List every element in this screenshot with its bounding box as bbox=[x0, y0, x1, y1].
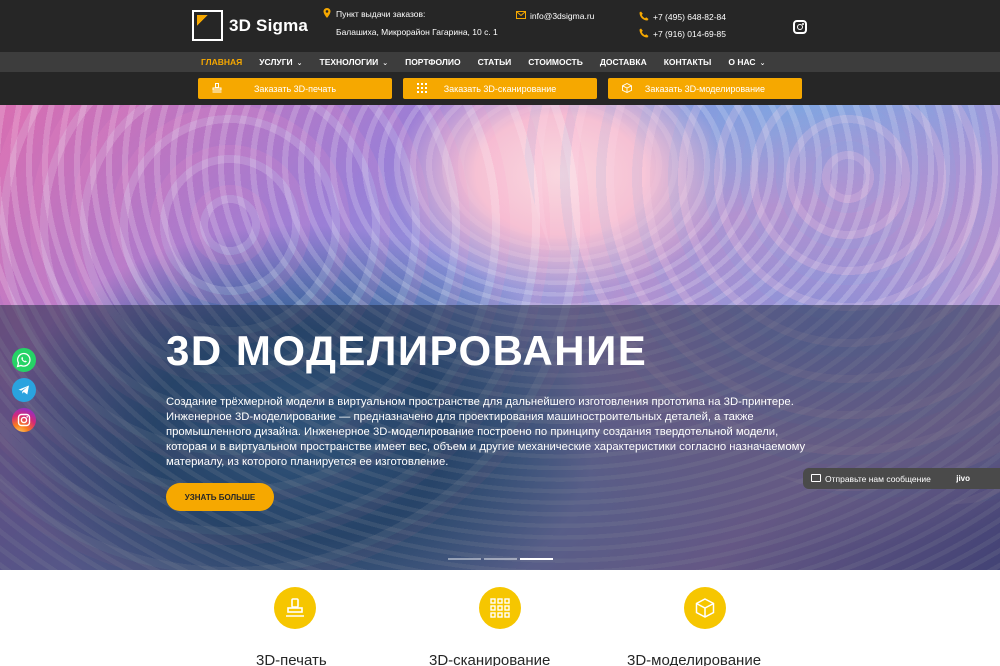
instagram-icon[interactable] bbox=[793, 20, 807, 34]
email-info: info@3dsigma.ru bbox=[516, 8, 594, 24]
chat-widget-button[interactable]: Отправьте нам сообщение jivo bbox=[803, 468, 1000, 489]
logo-text: 3D Sigma bbox=[229, 15, 309, 35]
logo[interactable]: 3D Sigma bbox=[192, 10, 308, 41]
nav-item-label: О нас bbox=[728, 57, 756, 67]
chevron-down-icon: ⌄ bbox=[296, 60, 303, 67]
hero-slider: 3D МОДЕЛИРОВАНИЕ Создание трёхмерной мод… bbox=[0, 105, 1000, 570]
email-link[interactable]: info@3dsigma.ru bbox=[530, 11, 594, 21]
grid-scan-icon bbox=[417, 83, 427, 93]
nav-item-contacts[interactable]: Контакты bbox=[664, 57, 712, 67]
instagram-icon[interactable] bbox=[12, 408, 36, 432]
grid-scan-icon bbox=[490, 598, 510, 618]
top-header: 3D Sigma Пункт выдачи заказов: Балашиха,… bbox=[0, 0, 1000, 52]
main-nav: Главная Услуги ⌄ Технологии ⌄ Портфолио Ст… bbox=[0, 52, 1000, 72]
mail-icon bbox=[516, 11, 526, 19]
slider-pagination bbox=[448, 558, 556, 560]
pickup-title: Пункт выдачи заказов: bbox=[336, 9, 426, 19]
nav-item-portfolio[interactable]: Портфолио bbox=[405, 57, 461, 67]
pickup-info: Пункт выдачи заказов: Балашиха, Микрорай… bbox=[323, 6, 498, 40]
stamp-icon bbox=[212, 83, 222, 93]
cube-icon bbox=[695, 598, 715, 618]
nav-item-label: Главная bbox=[201, 57, 243, 67]
nav-item-pricing[interactable]: Стоимость bbox=[528, 57, 583, 67]
learn-more-button[interactable]: Узнать больше bbox=[166, 483, 274, 511]
nav-item-label: Контакты bbox=[663, 57, 712, 67]
nav-item-label: Доставка bbox=[599, 57, 647, 67]
chat-label: Отправьте нам сообщение bbox=[825, 473, 931, 484]
feature-modeling-icon-circle[interactable] bbox=[684, 587, 726, 629]
chevron-down-icon: ⌄ bbox=[382, 60, 389, 67]
nav-item-technologies[interactable]: Технологии ⌄ bbox=[320, 57, 389, 67]
nav-item-services[interactable]: Услуги ⌄ bbox=[259, 57, 302, 67]
nav-item-about[interactable]: О нас ⌄ bbox=[728, 57, 765, 67]
page: 3D Sigma Пункт выдачи заказов: Балашиха,… bbox=[0, 0, 1000, 666]
order-3d-modeling-button[interactable]: Заказать 3D-моделирование bbox=[608, 78, 802, 99]
chat-icon bbox=[811, 474, 821, 482]
phone-1-link[interactable]: +7 (495) 648-82-84 bbox=[653, 12, 726, 22]
nav-item-home[interactable]: Главная bbox=[201, 57, 242, 67]
chat-brand: jivo bbox=[956, 474, 970, 483]
order-bar: Заказать 3D-печать Заказать 3D-сканирова… bbox=[0, 72, 1000, 105]
nav-item-label: Услуги bbox=[259, 57, 293, 67]
pickup-address: Балашиха, Микрорайон Гагарина, 10 с. 1 bbox=[336, 27, 498, 37]
map-pin-icon bbox=[323, 8, 331, 18]
chevron-down-icon: ⌄ bbox=[759, 60, 766, 67]
phone-2-link[interactable]: +7 (916) 014-69-85 bbox=[653, 29, 726, 39]
cube-icon bbox=[622, 83, 632, 93]
order-3d-print-label: Заказать 3D-печать bbox=[253, 83, 337, 94]
telegram-icon[interactable] bbox=[12, 378, 36, 402]
feature-scan-label[interactable]: 3D-сканирование bbox=[429, 652, 550, 666]
nav-item-articles[interactable]: Статьи bbox=[478, 57, 512, 67]
slider-dot-active[interactable] bbox=[520, 558, 553, 560]
order-3d-scan-label: Заказать 3D-сканирование bbox=[443, 83, 557, 94]
nav-item-label: Статьи bbox=[477, 57, 512, 67]
nav-item-label: Портфолио bbox=[405, 57, 461, 67]
phone-icon bbox=[639, 28, 649, 38]
order-3d-scan-button[interactable]: Заказать 3D-сканирование bbox=[403, 78, 597, 99]
nav-item-delivery[interactable]: Доставка bbox=[600, 57, 647, 67]
logo-mark-icon bbox=[192, 10, 223, 41]
feature-modeling-label[interactable]: 3D-моделирование bbox=[627, 652, 761, 666]
nav-item-label: Стоимость bbox=[528, 57, 583, 67]
hero-title: 3D МОДЕЛИРОВАНИЕ bbox=[166, 327, 648, 374]
feature-print-label[interactable]: 3D-печать bbox=[256, 652, 327, 666]
phone-1-info: +7 (495) 648-82-84 bbox=[639, 9, 726, 25]
order-3d-modeling-label: Заказать 3D-моделирование bbox=[644, 83, 766, 94]
nav-item-label: Технологии bbox=[319, 57, 379, 67]
feature-print-icon-circle[interactable] bbox=[274, 587, 316, 629]
whatsapp-icon[interactable] bbox=[12, 348, 36, 372]
hero-description: Создание трёхмерной модели в виртуальном… bbox=[166, 396, 806, 468]
phone-2-info: +7 (916) 014-69-85 bbox=[639, 26, 726, 42]
stamp-icon bbox=[286, 598, 304, 617]
phone-icon bbox=[639, 11, 649, 21]
feature-scan-icon-circle[interactable] bbox=[479, 587, 521, 629]
slider-dot[interactable] bbox=[448, 558, 481, 560]
order-3d-print-button[interactable]: Заказать 3D-печать bbox=[198, 78, 392, 99]
slider-dot[interactable] bbox=[484, 558, 517, 560]
